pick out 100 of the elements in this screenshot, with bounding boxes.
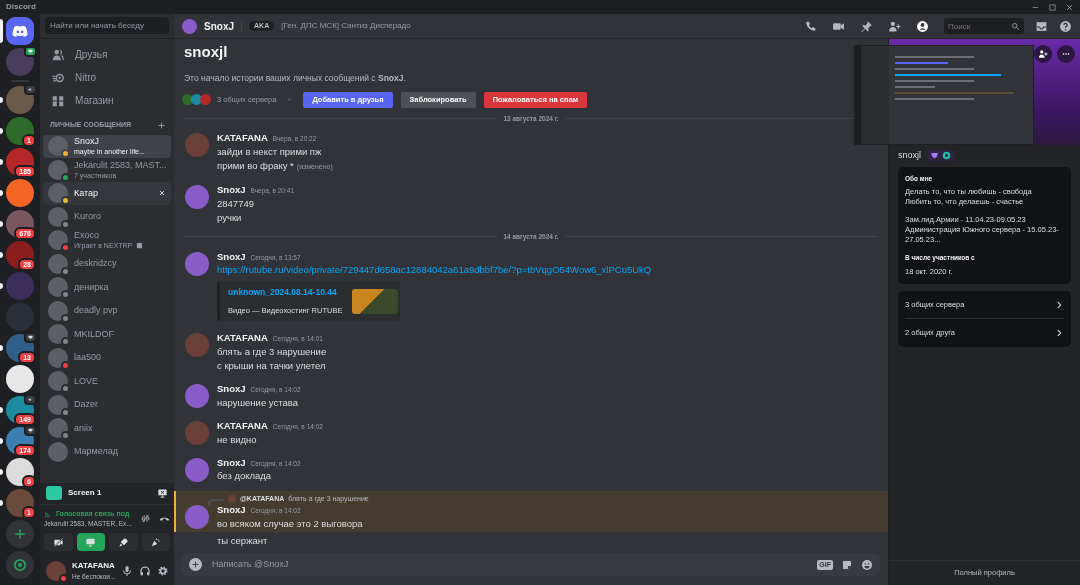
conversation-item[interactable]: денирка xyxy=(43,275,171,299)
message-text: блять а где 3 нарушение xyxy=(217,346,327,357)
username: KATAFANA xyxy=(72,559,116,572)
contact-name: laa500 xyxy=(74,352,103,364)
nav-label: Магазин xyxy=(75,94,114,108)
screen-share-icon xyxy=(85,536,97,548)
discover-button[interactable] xyxy=(6,551,34,579)
chevron-icon xyxy=(1054,299,1064,310)
shop-icon xyxy=(51,93,65,108)
conversation-item[interactable]: laa500 xyxy=(43,346,171,370)
profile-handle: snoxjl xyxy=(183,42,229,62)
conversation-item[interactable]: Dazer xyxy=(43,393,171,417)
connection-icon xyxy=(44,510,52,518)
app-title: Discord xyxy=(6,1,36,13)
search-field[interactable]: Поиск xyxy=(944,18,1024,34)
embed-title[interactable]: unknown_2024.08.14-10.44 xyxy=(228,286,343,299)
aka-name: [Ген. ДПС МСК] Сантиз Дисперадо xyxy=(281,20,411,32)
message-text: не видно xyxy=(217,433,257,445)
activity-button[interactable] xyxy=(109,533,138,551)
contact-name: deadly pvp xyxy=(74,305,119,317)
contact-name: Катар xyxy=(74,187,100,199)
maximize-icon[interactable] xyxy=(1048,2,1057,12)
message-text: без доклада xyxy=(217,470,272,482)
headphones-icon[interactable] xyxy=(139,564,152,577)
close-icon[interactable] xyxy=(158,189,166,198)
server-icon[interactable] xyxy=(6,458,34,486)
profile-username: snoxjl xyxy=(898,149,921,162)
phone-icon[interactable] xyxy=(804,19,817,33)
nav-item[interactable]: Магазин xyxy=(43,89,171,112)
contact-name: SnoxJ xyxy=(74,136,100,148)
conversation-item[interactable]: Kuroro xyxy=(43,205,171,229)
stream-label: Screen 1 xyxy=(68,487,103,500)
intro-text: Это начало истории ваших личных сообщений с SnoxJ. xyxy=(183,71,407,85)
server-icon[interactable] xyxy=(6,365,34,393)
microphone-icon[interactable] xyxy=(121,564,134,577)
nav-item[interactable]: Друзья xyxy=(43,43,171,66)
author-name[interactable]: SnoxJ xyxy=(217,383,246,394)
inbox-icon[interactable] xyxy=(1035,19,1048,33)
sticker-icon[interactable] xyxy=(841,558,853,571)
add-server-button[interactable] xyxy=(6,520,34,548)
message-text: нарушение устава xyxy=(217,396,298,408)
user-avatar xyxy=(48,441,68,462)
contact-name: Exoco xyxy=(74,230,100,242)
author-name[interactable]: SnoxJ xyxy=(217,456,246,468)
add-friend-button[interactable] xyxy=(1034,45,1052,63)
camera-button[interactable] xyxy=(44,533,73,551)
reply-line xyxy=(208,498,224,505)
conversation-item[interactable]: Мармелад xyxy=(43,440,171,464)
settings-icon[interactable] xyxy=(157,564,170,577)
noise-suppression-icon[interactable] xyxy=(140,513,151,525)
message-link[interactable]: https://rutube.ru/video/private/729447d658ac12884042a61a9dbbf7be/?p=tbVqgO54Wow6_xlPCu5UkQ xyxy=(217,264,652,276)
author-name[interactable]: SnoxJ xyxy=(217,250,246,262)
close-icon[interactable] xyxy=(1065,2,1074,12)
screen-share-button[interactable] xyxy=(76,533,105,551)
video-thumbnail xyxy=(352,288,399,314)
emoji-icon[interactable] xyxy=(861,558,873,571)
nav-label: Друзья xyxy=(75,48,108,62)
author-name[interactable]: KATAFANA xyxy=(217,419,268,431)
contact-name: LOVE xyxy=(74,375,99,387)
user-avatar xyxy=(182,18,197,34)
nav-label: Nitro xyxy=(75,71,97,85)
conversation-item[interactable]: Катар xyxy=(43,181,171,205)
server-icons xyxy=(182,94,209,106)
stop-stream-icon[interactable] xyxy=(157,487,168,499)
user-profile-icon[interactable] xyxy=(916,19,929,33)
add-user-icon[interactable] xyxy=(888,19,901,33)
home-button[interactable] xyxy=(6,17,34,45)
conversation-item[interactable]: MKILDOF xyxy=(43,322,171,346)
conversation-item[interactable]: aniix xyxy=(43,416,171,440)
conversation-item[interactable]: deadly pvp xyxy=(43,299,171,323)
nav-item[interactable]: Nitro xyxy=(43,66,171,89)
contact-name: Jekarulit 2583, MAST... xyxy=(74,159,167,171)
help-icon[interactable] xyxy=(1059,19,1072,33)
author-name[interactable]: SnoxJ xyxy=(217,184,246,195)
add-user-icon xyxy=(1038,49,1048,59)
friends-icon xyxy=(51,47,65,62)
chat-title: SnoxJ xyxy=(204,19,234,34)
search-field[interactable]: Найти или начать беседу xyxy=(45,17,169,34)
add-attachment-icon[interactable] xyxy=(189,558,202,571)
more-button[interactable] xyxy=(1057,45,1075,63)
author-name[interactable]: KATAFANA xyxy=(217,132,268,144)
contact-name: Kuroro xyxy=(74,211,102,223)
soundboard-button[interactable] xyxy=(141,533,170,551)
soundboard-icon xyxy=(150,536,162,548)
pin-icon[interactable] xyxy=(860,19,873,33)
author-name[interactable]: SnoxJ xyxy=(217,504,246,516)
nitro-badge-icon xyxy=(930,151,939,161)
contact-name: deskridzcy xyxy=(74,258,118,270)
group-avatar[interactable] xyxy=(6,48,34,76)
message-text: с крыши на тачки улетел xyxy=(217,360,326,371)
plus-icon[interactable] xyxy=(157,120,166,130)
conversation-item[interactable]: LOVE xyxy=(43,369,171,393)
message-text: зайди в некст прими пж xyxy=(217,146,322,157)
contact-name: aniix xyxy=(74,422,94,434)
plus-icon xyxy=(13,527,27,541)
contact-name: Dazer xyxy=(74,399,99,411)
message-text: ручки xyxy=(217,211,242,223)
conversation-item[interactable]: deskridzcy xyxy=(43,252,171,276)
message-text: 2847749 xyxy=(217,197,254,209)
author-name[interactable]: KATAFANA xyxy=(217,332,268,344)
